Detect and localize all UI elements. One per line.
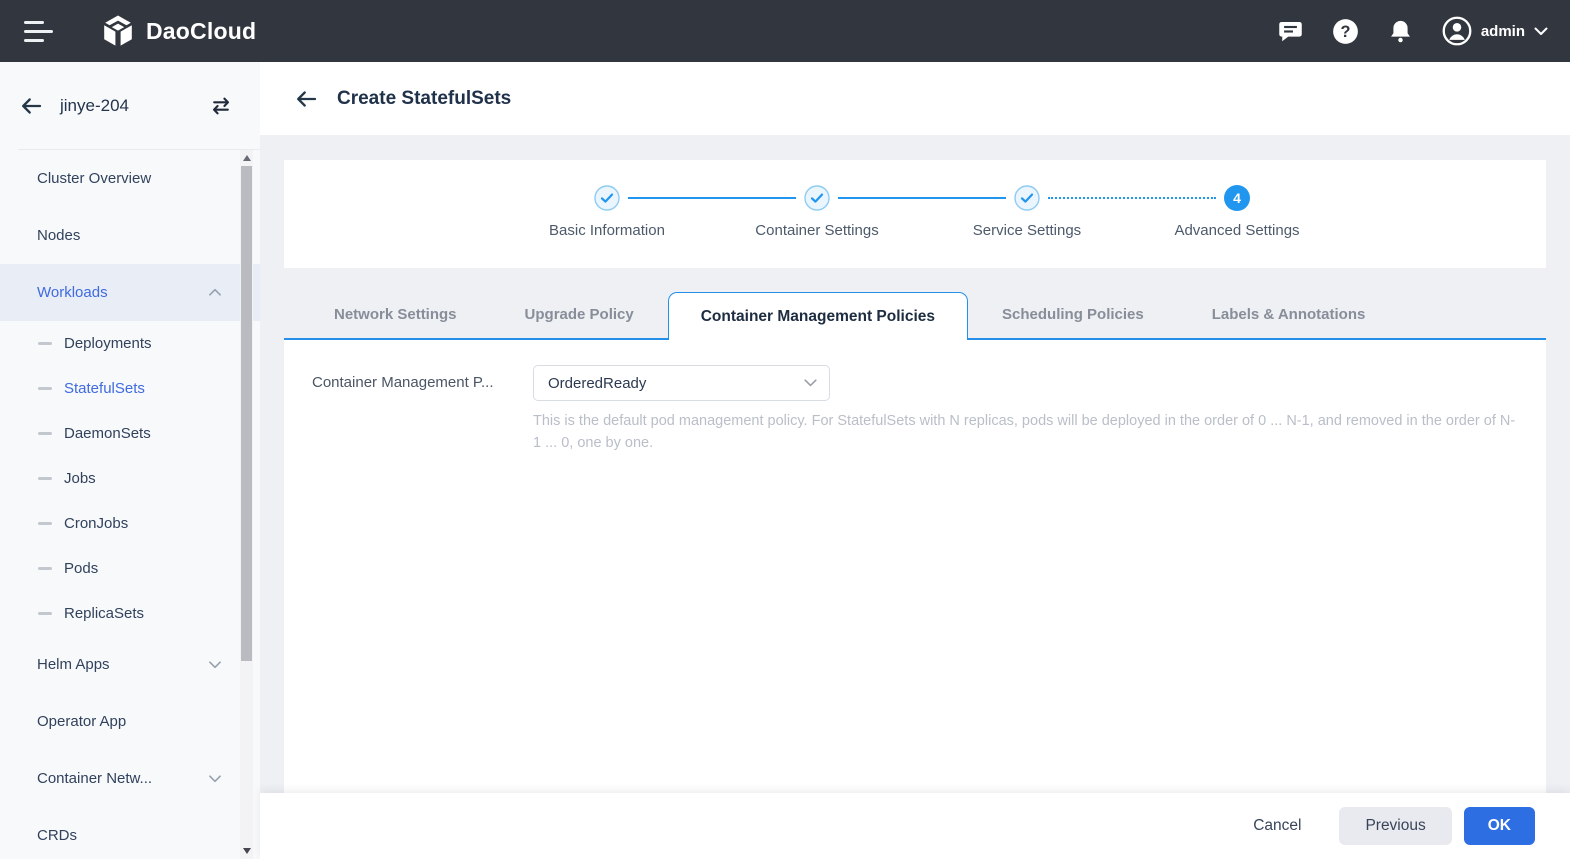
sidebar-item-label: Helm Apps — [37, 656, 110, 673]
username: admin — [1480, 22, 1525, 40]
sidebar-item-label: Jobs — [64, 470, 96, 487]
chevron-down-icon — [209, 775, 221, 783]
pod-management-policy-select[interactable]: OrderedReady — [533, 365, 830, 401]
field: OrderedReady This is the default pod man… — [533, 365, 1518, 454]
tab-network-settings[interactable]: Network Settings — [300, 292, 491, 338]
sidebar-item-statefulsets[interactable]: StatefulSets — [0, 366, 260, 411]
sidebar-item-crds[interactable]: CRDs — [0, 807, 260, 859]
sidebar-header: jinye-204 — [0, 62, 260, 150]
tab-scheduling-policies[interactable]: Scheduling Policies — [968, 292, 1178, 338]
scroll-up-icon[interactable] — [240, 152, 253, 164]
step-check-icon[interactable] — [594, 185, 620, 211]
step-connector — [838, 197, 1006, 199]
sidebar-item-cronjobs[interactable]: CronJobs — [0, 501, 260, 546]
messages-icon[interactable] — [1277, 18, 1304, 45]
avatar-icon — [1442, 16, 1472, 46]
cluster-name: jinye-204 — [60, 96, 129, 115]
scroll-down-icon[interactable] — [240, 845, 253, 857]
tab-bar: Network Settings Upgrade Policy Container … — [284, 292, 1546, 340]
step-connector — [628, 197, 796, 199]
page-back-arrow-icon[interactable] — [295, 90, 317, 108]
tab-container-management-policies[interactable]: Container Management Policies — [667, 292, 969, 340]
select-value: OrderedReady — [548, 374, 647, 392]
dash-icon — [38, 522, 52, 525]
chevron-up-icon — [209, 288, 221, 296]
sidebar-item-label: Pods — [64, 560, 99, 577]
main-content: Create StatefulSets Basic Information Con… — [260, 62, 1570, 859]
tab-upgrade-policy[interactable]: Upgrade Policy — [491, 292, 668, 338]
sidebar-scrollbar-thumb[interactable] — [241, 166, 252, 661]
step-check-icon[interactable] — [804, 185, 830, 211]
sidebar-item-helm-apps[interactable]: Helm Apps — [0, 636, 260, 693]
dash-icon — [38, 342, 52, 345]
step-connector-dotted — [1048, 197, 1216, 199]
step-current-badge[interactable]: 4 — [1224, 185, 1250, 211]
dash-icon — [38, 387, 52, 390]
sidebar-item-container-netw[interactable]: Container Netw... — [0, 750, 260, 807]
sidebar-item-jobs[interactable]: Jobs — [0, 456, 260, 501]
sidebar-item-operator-app[interactable]: Operator App — [0, 693, 260, 750]
svg-text:?: ? — [1340, 23, 1350, 41]
tab-content: Container Management P... OrderedReady T… — [284, 340, 1546, 793]
switch-cluster-icon[interactable] — [210, 96, 232, 116]
step-label: Service Settings — [972, 222, 1082, 239]
sidebar-item-label: StatefulSets — [64, 380, 145, 397]
sidebar-item-label: Container Netw... — [37, 770, 153, 787]
sidebar-item-label: CRDs — [37, 827, 77, 844]
topbar: DaoCloud ? admin — [0, 0, 1570, 62]
sidebar-item-label: Workloads — [37, 284, 108, 301]
stepper: Basic Information Container Settings Servi… — [284, 160, 1546, 268]
sidebar-item-label: CronJobs — [64, 515, 129, 532]
sidebar-item-label: Cluster Overview — [37, 170, 152, 187]
sidebar-item-pods[interactable]: Pods — [0, 546, 260, 591]
sidebar-item-replicasets[interactable]: ReplicaSets — [0, 591, 260, 636]
step-check-icon[interactable] — [1014, 185, 1040, 211]
dash-icon — [38, 567, 52, 570]
step-label: Container Settings — [755, 222, 879, 239]
sidebar-scrollbar[interactable] — [240, 150, 253, 859]
form-row: Container Management P... OrderedReady T… — [312, 365, 1518, 454]
dash-icon — [38, 612, 52, 615]
sidebar-item-label: Deployments — [64, 335, 152, 352]
field-help-text: This is the default pod management polic… — [533, 413, 1516, 451]
chevron-down-icon — [804, 379, 817, 387]
page-header: Create StatefulSets — [260, 62, 1570, 135]
chevron-down-icon — [1534, 27, 1548, 35]
sidebar-item-daemonsets[interactable]: DaemonSets — [0, 411, 260, 456]
step-label: Advanced Settings — [1174, 222, 1300, 239]
topbar-actions: ? admin — [1277, 16, 1548, 46]
user-menu[interactable]: admin — [1442, 16, 1548, 46]
sidebar-item-nodes[interactable]: Nodes — [0, 207, 260, 264]
footer-actions: Cancel Previous OK — [260, 793, 1570, 859]
sidebar-item-label: DaemonSets — [64, 425, 151, 442]
menu-icon[interactable] — [24, 20, 56, 42]
dash-icon — [38, 477, 52, 480]
tab-labels-annotations[interactable]: Labels & Annotations — [1178, 292, 1400, 338]
sidebar-item-workloads[interactable]: Workloads — [0, 264, 260, 321]
dash-icon — [38, 432, 52, 435]
brand-name: DaoCloud — [146, 17, 257, 44]
sidebar-item-label: Operator App — [37, 713, 127, 730]
daocloud-logo-icon — [104, 15, 132, 46]
sidebar-menu: Cluster Overview Nodes Workloads Deployment… — [0, 150, 260, 859]
chevron-down-icon — [209, 661, 221, 669]
help-icon[interactable]: ? — [1332, 18, 1359, 45]
sidebar-item-cluster-overview[interactable]: Cluster Overview — [0, 150, 260, 207]
field-label: Container Management P... — [312, 374, 494, 391]
cancel-button[interactable]: Cancel — [1227, 807, 1327, 845]
back-arrow-icon[interactable] — [20, 97, 42, 115]
notifications-icon[interactable] — [1387, 18, 1414, 45]
sidebar-item-deployments[interactable]: Deployments — [0, 321, 260, 366]
sidebar-item-label: Nodes — [37, 227, 81, 244]
page-title: Create StatefulSets — [337, 87, 512, 109]
brand[interactable]: DaoCloud — [100, 13, 256, 49]
sidebar: jinye-204 Cluster Overview Nodes Workloads… — [0, 62, 260, 859]
ok-button[interactable]: OK — [1463, 807, 1535, 845]
previous-button[interactable]: Previous — [1339, 807, 1452, 845]
step-label: Basic Information — [549, 222, 665, 239]
sidebar-item-label: ReplicaSets — [64, 605, 145, 622]
